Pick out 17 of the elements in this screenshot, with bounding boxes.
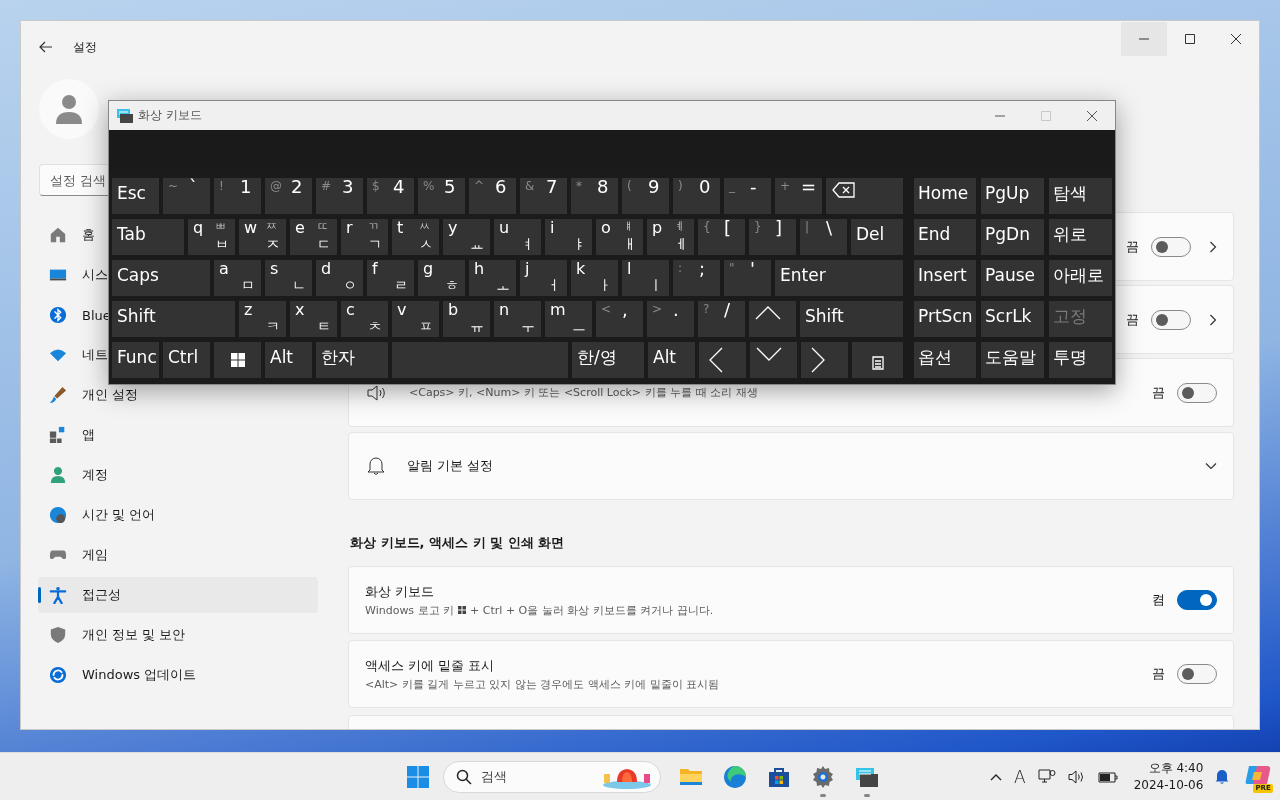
setting-title: 화상 키보드: [365, 582, 436, 601]
toggle-state-label: 끔: [1152, 383, 1165, 402]
setting-description: <Caps> 키, <Num> 키 또는 <Scroll Lock> 키를 누를 때 소리 재생: [409, 385, 759, 400]
clock-date: 2024-10-06: [1133, 776, 1204, 794]
clock-time: 오후 4:40: [1148, 759, 1204, 777]
window-title: 화상 키보드: [138, 107, 202, 124]
setting-title: 알림 기본 설정: [407, 457, 495, 475]
toggle-state-label: 켬: [1152, 591, 1165, 609]
window-title: 설정: [73, 38, 97, 56]
setting-description: <Alt> 키를 길게 누르고 있지 않는 경우에도 액세스 키에 밑줄이 표시됨: [365, 676, 720, 692]
setting-description: + Ctrl + O을 눌러 화상 키보드를 켜거나 끕니다.: [470, 602, 714, 618]
toggle-state-label: 끔: [1126, 237, 1139, 256]
toggle-state-label: 끔: [1126, 310, 1139, 329]
section-heading: 화상 키보드, 액세스 키 및 인쇄 화면: [350, 534, 566, 552]
setting-title: 액세스 키에 밑줄 표시: [365, 656, 496, 675]
setting-description: Windows 로고 키: [365, 602, 455, 618]
toggle-state-label: 끔: [1152, 665, 1165, 683]
